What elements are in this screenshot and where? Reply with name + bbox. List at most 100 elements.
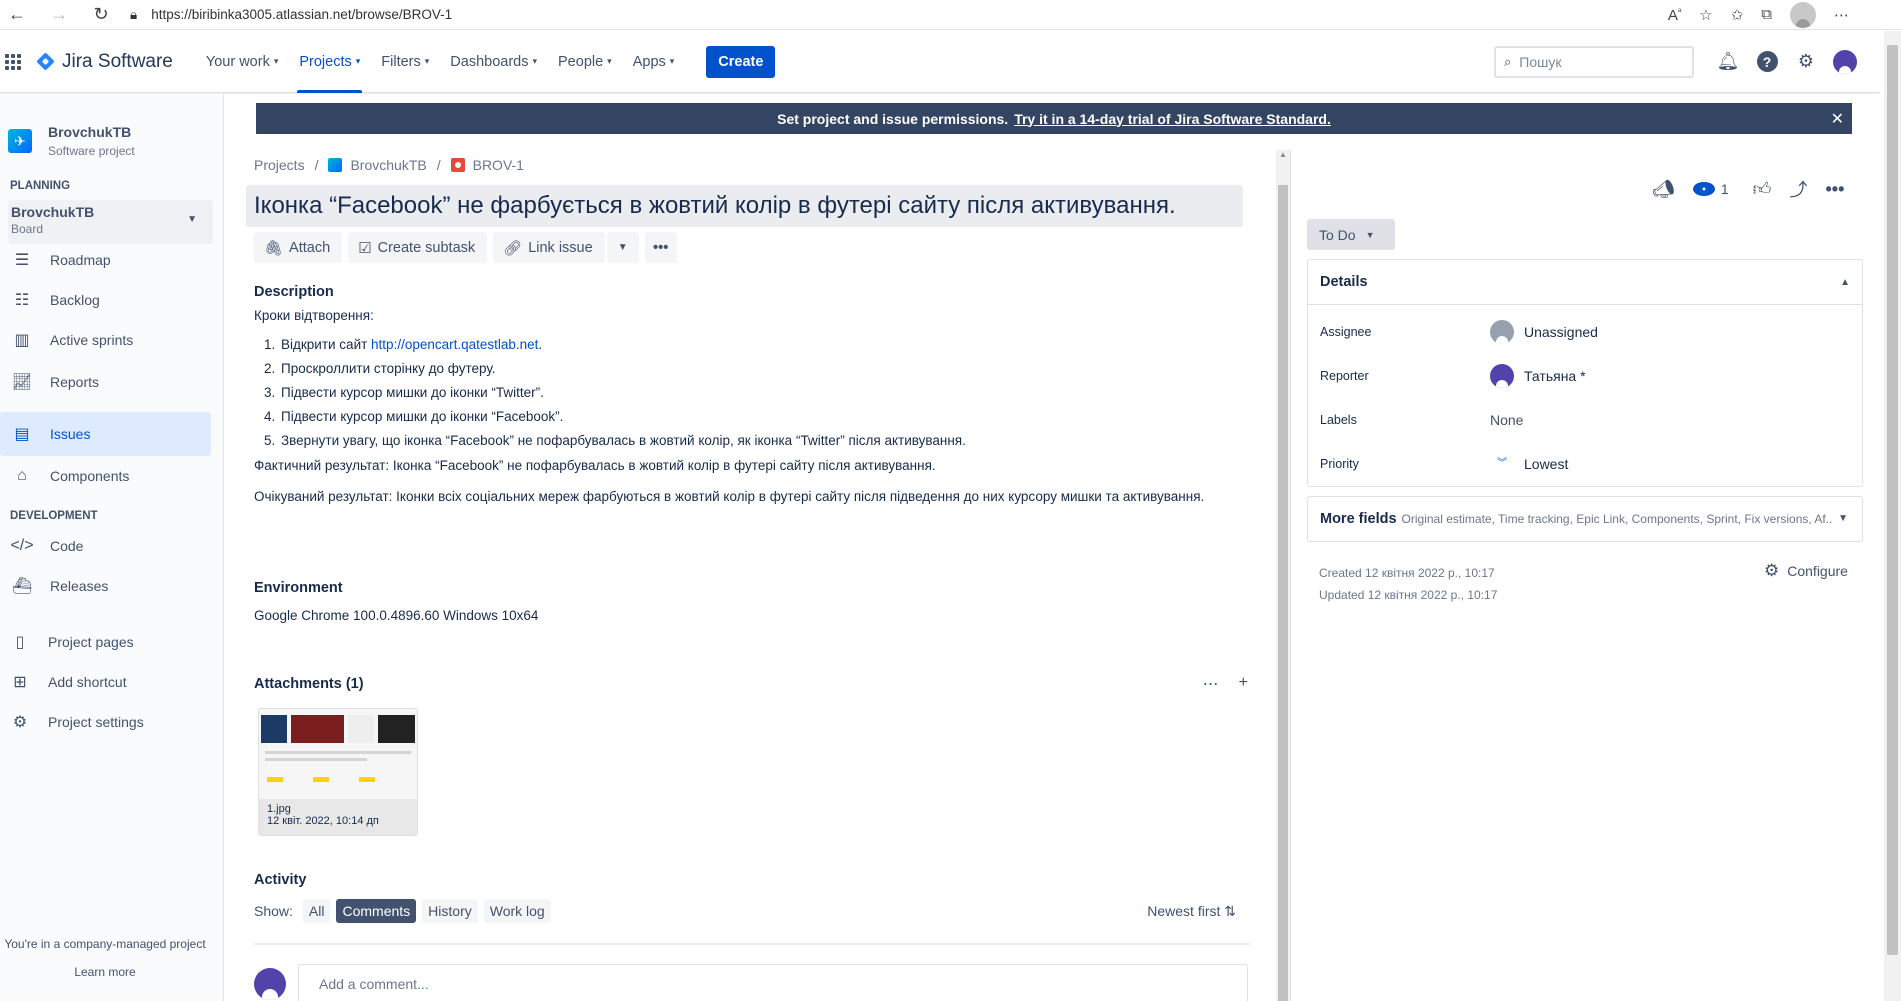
filter-history[interactable]: History [422,899,478,923]
field-reporter[interactable]: Reporter Татьяна * [1308,354,1862,398]
browser-profile-avatar[interactable] [1790,1,1816,28]
details-header[interactable]: Details ▲ [1308,260,1862,305]
activity-heading: Activity [254,872,307,888]
scroll-up-icon[interactable]: ▲ [1279,150,1287,159]
sidebar-item-add-shortcut[interactable]: ⊞ Add shortcut [0,662,211,702]
sidebar-item-project-settings[interactable]: ⚙ Project settings [0,702,211,742]
user-avatar [1833,49,1857,74]
create-button[interactable]: Create [706,45,776,78]
field-priority[interactable]: Priority ︾ Lowest [1308,442,1862,486]
gear-icon: ⚙ [12,714,28,731]
filter-comments[interactable]: Comments [336,899,417,923]
address-bar[interactable]: 🔒︎ https://biribinka3005.atlassian.net/b… [130,3,452,27]
attach-button[interactable]: 🖇︎ Attach [254,232,343,263]
chevron-down-icon: ▾ [424,56,430,66]
expected-result: Очікуваний результат: Іконки всіх соціал… [254,489,1205,504]
profile-button[interactable] [1832,49,1858,75]
learn-more-link[interactable]: Learn more [0,965,210,979]
sort-order-button[interactable]: Newest first ⇅ [1147,903,1236,920]
issue-scrollbar[interactable]: ▲ [1276,150,1290,1001]
page-scrollbar[interactable] [1884,31,1901,1001]
add-shortcut-icon: ⊞ [13,674,27,691]
filter-all[interactable]: All [302,899,331,923]
page-scrollbar-thumb[interactable] [1887,45,1898,955]
jira-logo[interactable]: Jira Software [36,50,173,73]
breadcrumb-project[interactable]: BrovchukTB [350,157,426,173]
filter-work-log[interactable]: Work log [483,899,551,923]
share-icon[interactable]: ⤴ [1789,176,1807,202]
breadcrumb-issue-key[interactable]: BROV-1 [473,157,524,173]
feedback-megaphone-icon[interactable]: 📣︎ [1652,179,1675,200]
nav-apps[interactable]: Apps ▾ [626,31,682,93]
notifications-icon[interactable]: 🔔︎ [1715,49,1741,75]
status-label: To Do [1319,226,1356,243]
back-icon[interactable]: ← [6,4,28,26]
field-assignee[interactable]: Assignee Unassigned [1308,310,1862,354]
nav-your-work[interactable]: Your work ▾ [199,31,285,93]
board-selector[interactable]: BrovchukTB Board ▼ [8,200,213,244]
search-input[interactable]: ⌕ Пошук [1494,45,1694,78]
comment-input[interactable]: Add a comment... [298,964,1248,1001]
thumbs-up-icon[interactable]: 👍︎ [1753,178,1772,200]
help-button[interactable]: ? [1754,49,1780,75]
help-icon: ? [1756,51,1778,72]
sidebar-item-active-sprints[interactable]: ▥ Active sprints [0,320,211,360]
sidebar-item-issues[interactable]: ▤ Issues [0,412,211,456]
settings-gear-icon[interactable]: ⚙ [1793,49,1819,75]
logo-text: Jira Software [62,50,173,72]
favorite-star-icon[interactable]: ☆ [1699,6,1712,24]
search-icon: ⌕ [1504,53,1512,69]
breadcrumb-projects[interactable]: Projects [254,157,305,173]
field-labels[interactable]: Labels None [1308,398,1862,442]
project-sidebar: ✈ BrovchukTB Software project PLANNING B… [0,94,224,1001]
sidebar-item-code[interactable]: </> Code [0,526,211,566]
nav-filters[interactable]: Filters ▾ [374,31,436,93]
more-icon[interactable]: ••• [1825,179,1844,200]
description-heading: Description [254,284,334,300]
chevron-down-icon: ▾ [273,56,279,66]
link-issue-dropdown[interactable]: ▼ [606,232,639,263]
read-aloud-icon[interactable]: Aᵃ [1668,6,1681,24]
sidebar-item-project-pages[interactable]: ▯ Project pages [0,622,211,662]
chevron-down-icon: ▾ [607,56,612,66]
trial-link[interactable]: Try it in a 14-day trial of Jira Softwar… [1014,111,1331,127]
sidebar-item-roadmap[interactable]: ☰ Roadmap [0,240,211,280]
reload-icon[interactable]: ↻ [90,4,112,26]
link-icon: 🔗︎ [503,239,523,257]
attachments-more-icon[interactable]: ⋯ [1203,674,1219,694]
attachment-thumbnail[interactable]: 1.jpg 12 квіт. 2022, 10:14 дп [258,708,418,836]
show-label: Show: [254,903,293,919]
sidebar-item-backlog[interactable]: ☷ Backlog [0,280,211,320]
create-subtask-button[interactable]: ☑ Create subtask [348,232,488,263]
nav-people[interactable]: People ▾ [551,31,619,93]
issue-timestamps: Created 12 квітня 2022 р., 10:17 Updated… [1319,562,1497,606]
browser-menu-icon[interactable]: ⋯ [1834,6,1849,24]
watch-button[interactable]: 1 [1692,181,1729,197]
more-fields-panel[interactable]: More fields Original estimate, Time trac… [1307,496,1863,542]
favorites-list-icon[interactable]: ✩ [1731,6,1744,24]
lock-icon: 🔒︎ [130,6,138,22]
sidebar-item-releases[interactable]: ⛴︎ Releases [0,566,211,606]
more-actions-button[interactable]: ••• [644,232,677,263]
forward-icon[interactable]: → [48,4,70,26]
collections-icon[interactable]: ⧉ [1761,6,1772,23]
nav-projects[interactable]: Projects ▾ [292,31,367,93]
close-icon[interactable]: ✕ [1831,109,1844,129]
chevron-up-icon: ▲ [1840,276,1850,288]
issue-scrollbar-thumb[interactable] [1278,185,1288,1001]
configure-button[interactable]: ⚙ Configure [1764,561,1848,581]
site-link[interactable]: http://opencart.qatestlab.net [371,337,538,352]
sidebar-item-components[interactable]: ⌂ Components [0,456,211,496]
link-issue-button[interactable]: 🔗︎ Link issue [493,232,605,263]
app-switcher-icon[interactable] [5,53,21,70]
priority-lowest-icon: ︾ [1497,458,1507,469]
sidebar-item-reports[interactable]: 📈︎ Reports [0,362,211,402]
nav-dashboards[interactable]: Dashboards ▾ [443,31,544,93]
url-text: https://biribinka3005.atlassian.net/brow… [151,7,453,22]
issue-title[interactable]: Іконка “Facebook” не фарбується в жовтий… [246,185,1243,227]
releases-icon: ⛴︎ [11,578,33,595]
status-button[interactable]: To Do ▼ [1307,219,1395,250]
project-header[interactable]: ✈ BrovchukTB Software project [0,94,223,158]
add-attachment-icon[interactable]: + [1239,674,1248,694]
chevron-down-icon: ▼ [617,242,628,253]
